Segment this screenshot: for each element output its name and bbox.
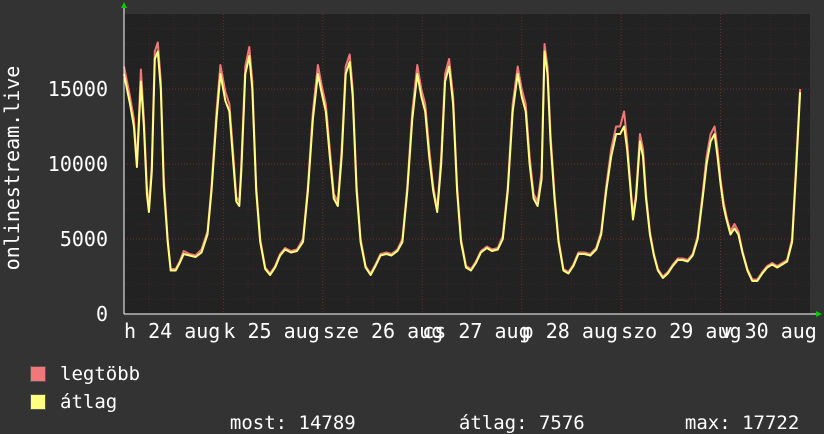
y-tick-label: 0 [96,302,108,326]
x-tick-label: p 28 aug [522,319,618,343]
x-tick-label: k 25 aug [223,319,319,343]
stat-average-label: átlag: [458,412,528,434]
stat-maximum-label: max: [684,412,731,434]
y-tick-label: 15000 [48,77,108,101]
legend-swatch-legtobb [30,366,46,382]
stat-current-value: 14789 [298,412,356,434]
x-axis-arrow [816,311,822,317]
stat-current-label: most: [229,412,288,434]
stat-average: átlag: 7576 [436,390,585,434]
legend-label-legtobb: legtöbb [60,363,141,385]
x-tick-label: v 30 aug [721,319,817,343]
y-axis-arrow [121,2,127,8]
y-tick-label: 5000 [60,227,108,251]
stat-current: most: 14789 [207,390,356,434]
y-tick-label: 10000 [48,152,108,176]
stat-maximum: max: 17722 [662,390,799,434]
legend-item-atlag: átlag [30,390,117,414]
stat-maximum-value: 17722 [742,412,800,434]
x-tick-label: cs 27 aug [422,319,530,343]
legend-item-legtobb: legtöbb [30,362,140,386]
x-tick-label: h 24 aug [124,319,220,343]
stat-average-value: 7576 [538,412,585,434]
legend-label-atlag: átlag [60,391,118,413]
legend-swatch-atlag [30,394,46,410]
y-axis-label: onlinestream.live [0,66,24,271]
